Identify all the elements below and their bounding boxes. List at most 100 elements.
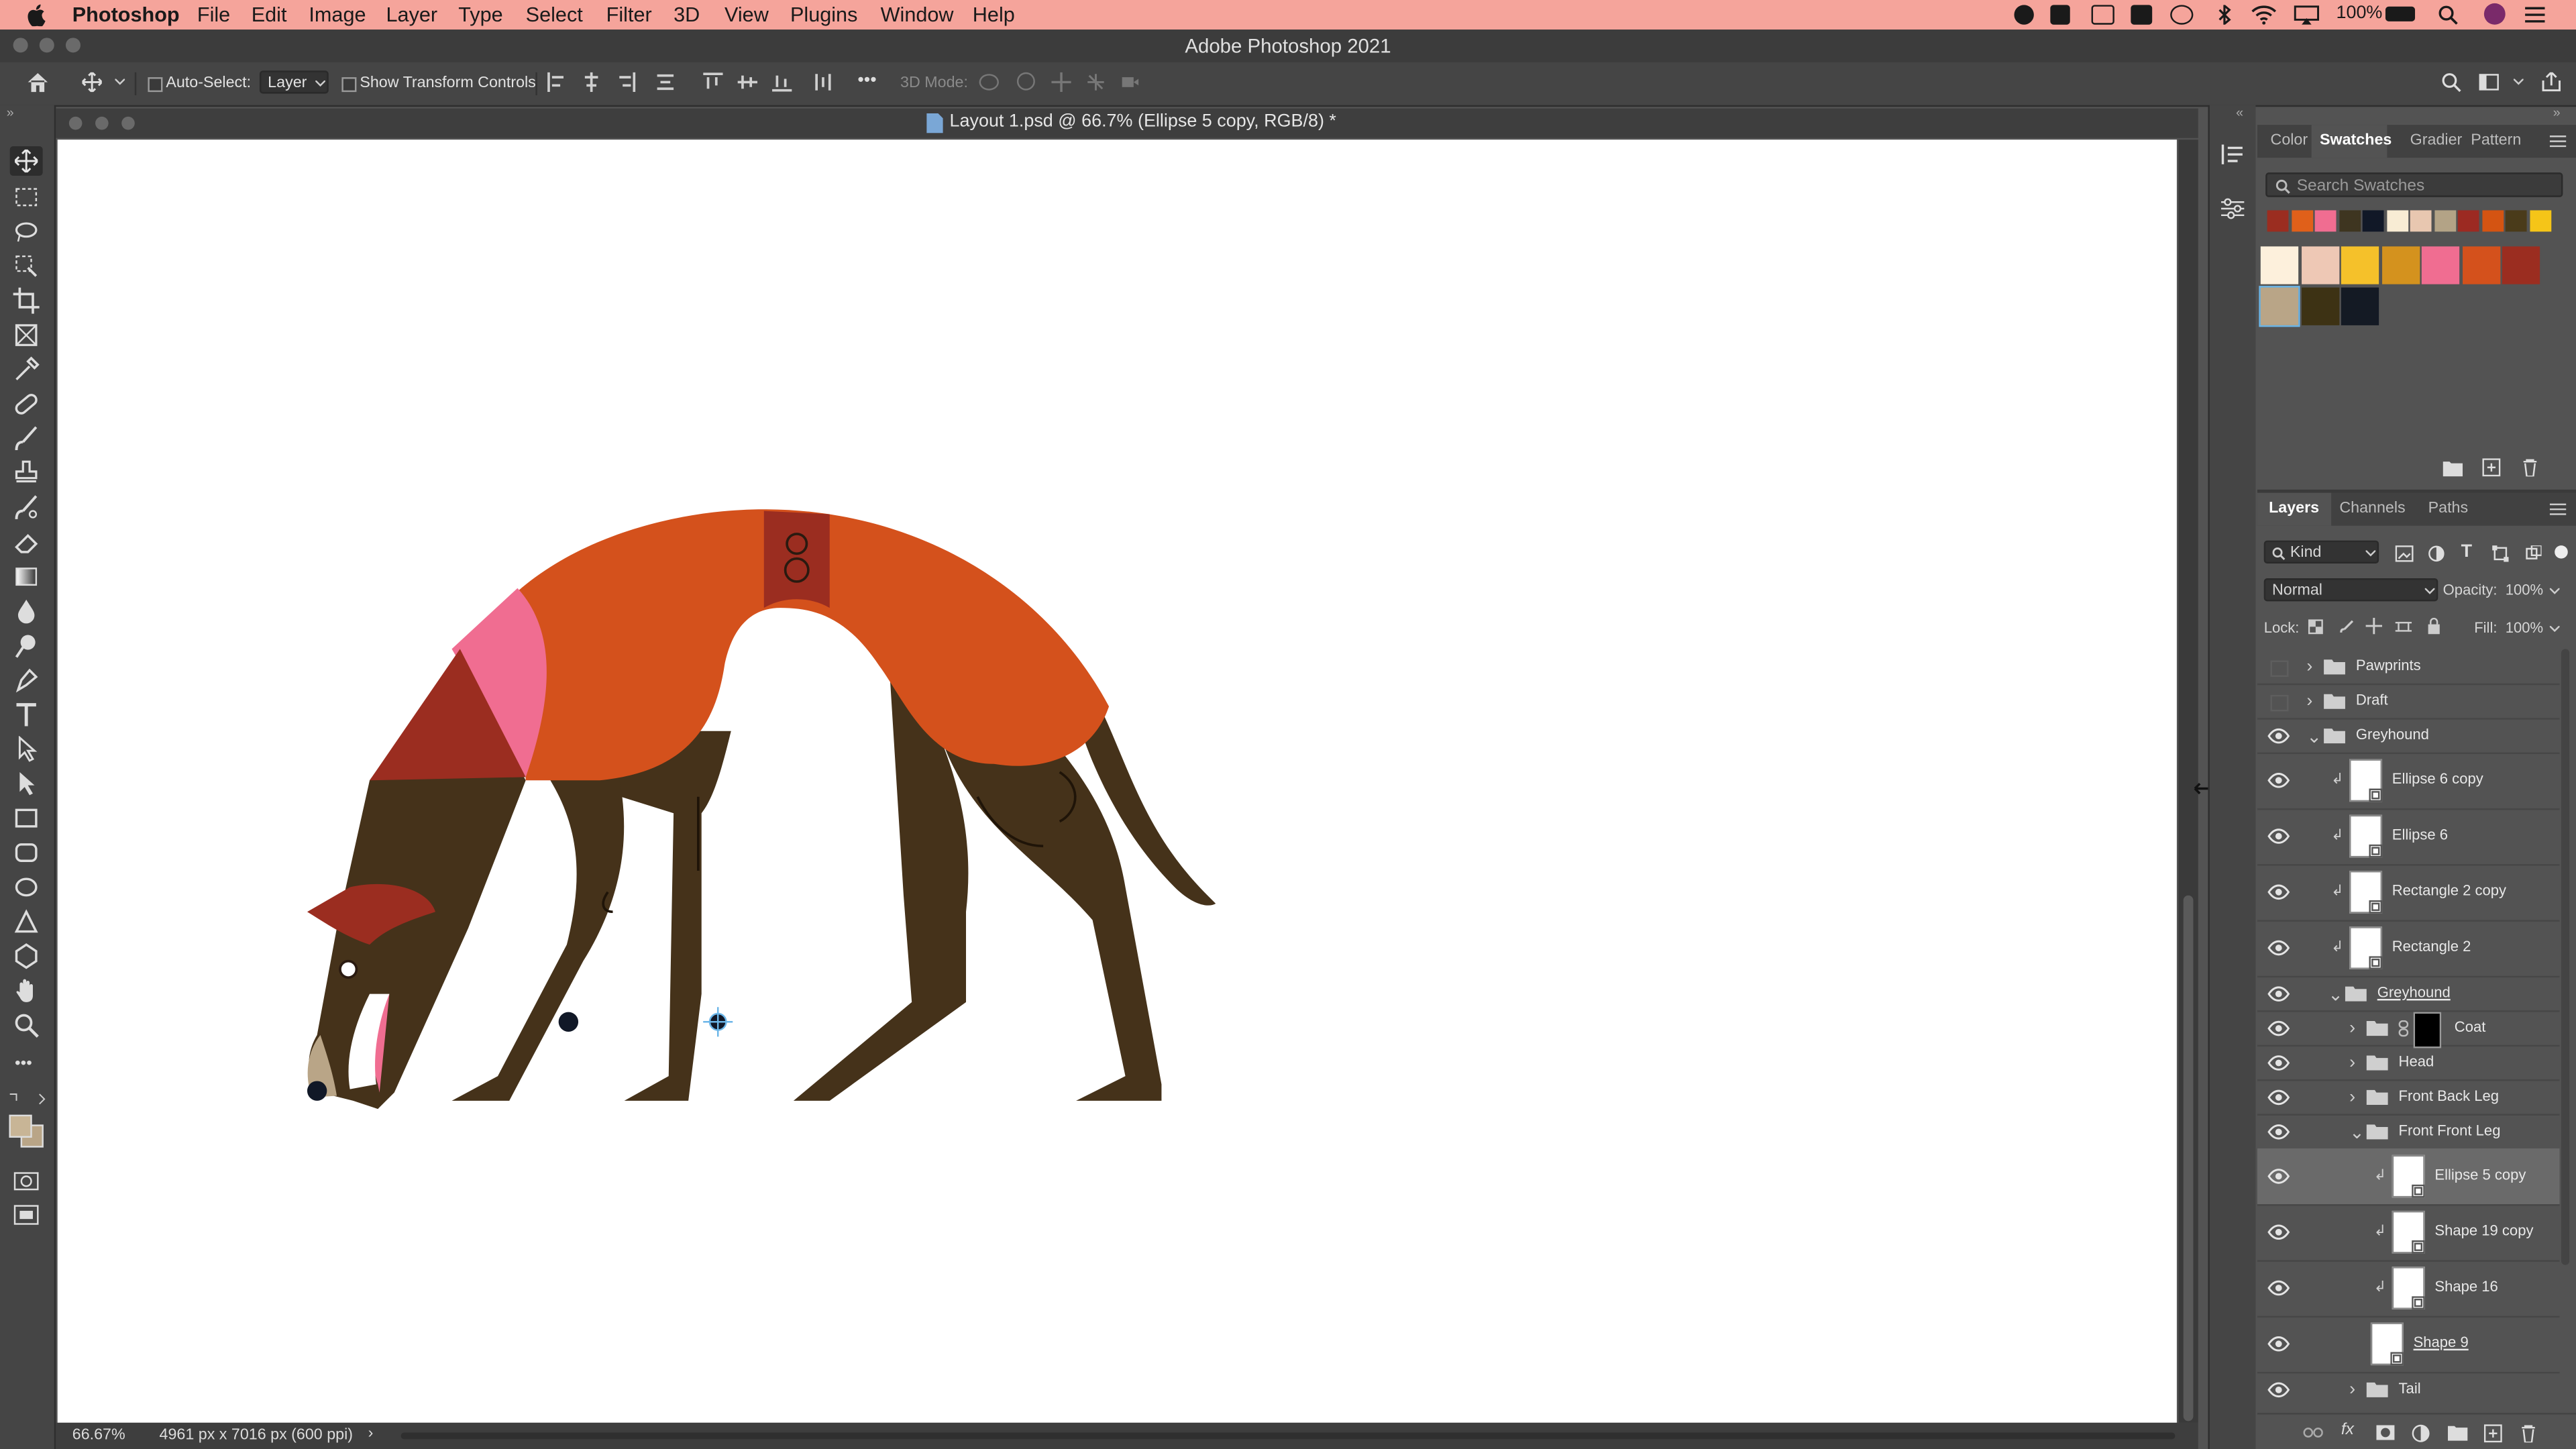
layer-row[interactable]: Shape 9 [2257,1316,2560,1374]
visibility-eye-icon[interactable] [2265,1334,2292,1354]
auto-select-checkbox[interactable] [148,77,163,93]
layer-row[interactable]: ↲ Rectangle 2 copy [2257,864,2560,922]
collapse-strip-icon[interactable]: « [2236,105,2243,120]
brush-tool-icon[interactable] [13,425,40,451]
collapse-group-icon[interactable]: ⌄ [2349,1122,2365,1143]
show-transform-controls-checkbox[interactable] [341,77,357,93]
layer-name[interactable]: Ellipse 6 [2392,826,2448,843]
tab-layers[interactable]: Layers [2269,499,2319,517]
menu-app-photoshop[interactable]: Photoshop [72,3,180,26]
visibility-eye-icon[interactable] [2265,938,2292,957]
horizontal-scrollbar[interactable] [400,1432,2176,1440]
siri-icon[interactable] [2483,3,2506,25]
layer-name[interactable]: Shape 9 [2414,1334,2469,1350]
chevron-down-icon[interactable] [2549,588,2560,595]
rectangle-tool-icon[interactable] [13,805,40,831]
menu-edit[interactable]: Edit [252,3,287,26]
opacity-value[interactable]: 100% [2506,582,2543,598]
canvas[interactable] [57,140,2177,1423]
blend-mode-dropdown[interactable]: Normal [2263,578,2438,602]
layer-group-row[interactable]: › Tail [2257,1372,2560,1405]
layer-thumbnail[interactable] [2349,814,2383,858]
swatch[interactable] [2259,284,2300,327]
visibility-eye-icon[interactable] [2265,1222,2292,1242]
new-group-folder-icon[interactable] [2448,1424,2468,1441]
visibility-eye-icon[interactable] [2265,984,2292,1004]
swatch-small[interactable] [2481,210,2504,232]
quick-mask-icon[interactable] [13,1168,40,1194]
swatch[interactable] [2381,246,2420,284]
filter-shape-layers-icon[interactable] [2492,545,2509,562]
crop-tool-icon[interactable] [13,287,40,314]
adjustment-layer-icon[interactable] [2412,1424,2430,1442]
search-swatches-input[interactable]: Search Swatches [2265,172,2563,197]
triangle-tool-icon[interactable] [13,908,40,934]
swatch-small[interactable] [2291,210,2312,232]
history-brush-tool-icon[interactable] [13,494,40,521]
align-horizontal-centers-icon[interactable] [582,72,601,93]
layer-thumbnail[interactable] [2349,759,2383,802]
battery-icon[interactable] [2385,6,2416,21]
zoom-document-button[interactable] [121,116,135,130]
layer-name[interactable]: Ellipse 5 copy [2434,1167,2526,1183]
layer-name[interactable]: Coat [2455,1018,2486,1034]
filter-smart-objects-icon[interactable] [2525,545,2542,561]
search-icon[interactable] [2441,72,2461,93]
layer-name[interactable]: Front Front Leg [2399,1122,2501,1138]
layer-name[interactable]: Front Back Leg [2399,1087,2499,1104]
visibility-empty-icon[interactable] [2265,692,2292,712]
scroll-thumb[interactable] [2183,895,2194,1421]
layer-name[interactable]: Greyhound [2356,726,2429,742]
type-tool-icon[interactable] [13,702,40,728]
visibility-eye-icon[interactable] [2265,1380,2292,1399]
3d-pan-icon[interactable] [1051,72,1071,93]
spotlight-search-icon[interactable] [2438,5,2458,25]
swatch-small[interactable] [2434,210,2456,232]
layer-name[interactable]: Rectangle 2 [2392,938,2471,954]
menu-select[interactable]: Select [526,3,583,26]
panel-menu-icon[interactable] [2549,135,2567,148]
menu-help[interactable]: Help [973,3,1015,26]
document-tab[interactable]: Layout 1.psd @ 66.7% (Ellipse 5 copy, RG… [56,108,2198,138]
layers-scrollbar[interactable] [2561,649,2571,1405]
app-icon[interactable] [2091,5,2114,25]
close-document-button[interactable] [68,116,83,130]
swatch[interactable] [2502,246,2540,284]
expand-group-icon[interactable]: › [2306,657,2312,677]
expand-group-icon[interactable]: › [2306,692,2312,711]
layer-row[interactable]: ↲ Shape 16 [2257,1260,2560,1318]
visibility-eye-icon[interactable] [2265,771,2292,790]
expand-group-icon[interactable]: › [2349,1087,2355,1107]
align-right-edges-icon[interactable] [616,72,636,93]
visibility-empty-icon[interactable] [2265,657,2292,677]
menu-view[interactable]: View [724,3,769,26]
layer-group-row[interactable]: › Coat [2257,1010,2560,1049]
new-swatch-icon[interactable] [2482,458,2501,477]
move-tool[interactable] [9,146,43,176]
filter-pixel-layers-icon[interactable] [2395,545,2414,562]
tab-swatches[interactable]: Swatches [2320,131,2392,150]
fill-value[interactable]: 100% [2506,619,2543,635]
blur-tool-icon[interactable] [13,598,40,624]
pen-tool-icon[interactable] [13,667,40,693]
fx-icon[interactable]: fx [2341,1421,2354,1439]
mask-link-icon[interactable] [2398,1020,2409,1037]
lasso-tool-icon[interactable] [13,219,40,245]
more-options-button[interactable]: ••• [857,70,876,90]
layer-thumbnail[interactable] [2392,1155,2425,1198]
menu-window[interactable]: Window [881,3,954,26]
align-top-edges-icon[interactable] [703,72,723,92]
layers-scroll-thumb[interactable] [2561,649,2570,1265]
swatch-small[interactable] [2410,210,2432,232]
creative-cloud-icon[interactable] [2170,5,2194,25]
swatch[interactable] [2300,246,2339,284]
layer-row[interactable]: ↲ Ellipse 6 [2257,808,2560,866]
eraser-tool-icon[interactable] [13,529,40,555]
extension-icon[interactable] [2131,5,2153,25]
lock-image-pixels-icon[interactable] [2339,619,2354,634]
collapse-group-icon[interactable]: ⌄ [2328,984,2343,1005]
transform-handle-icon[interactable] [703,1007,733,1037]
zoom-level[interactable]: 66.67% [72,1426,125,1444]
visibility-eye-icon[interactable] [2265,1087,2292,1107]
gradient-tool-icon[interactable] [13,564,40,590]
